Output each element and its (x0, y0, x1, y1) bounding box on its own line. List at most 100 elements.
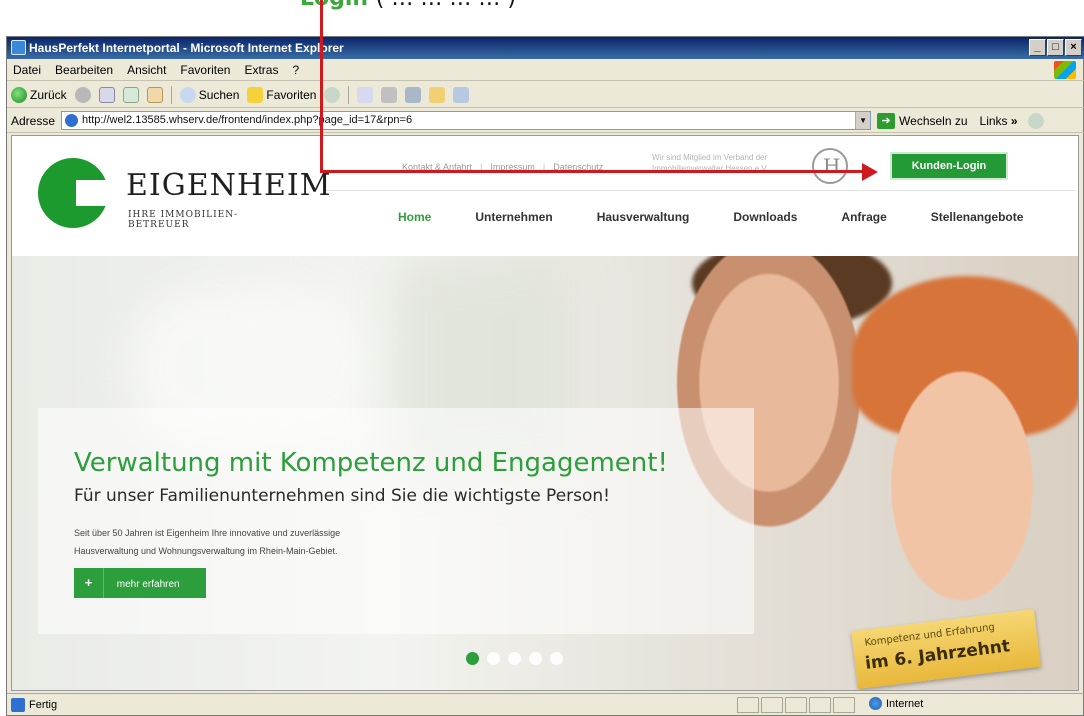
status-text: Fertig (29, 698, 58, 711)
windows-logo-icon (1054, 61, 1076, 79)
status-panel (761, 697, 783, 713)
history-icon[interactable] (324, 86, 341, 103)
refresh-icon[interactable] (122, 86, 139, 103)
slide-dot-5[interactable] (550, 652, 563, 665)
menu-bearbeiten[interactable]: Bearbeiten (55, 63, 113, 77)
status-panel (809, 697, 831, 713)
nav-unternehmen[interactable]: Unternehmen (475, 210, 552, 224)
slider-pagination (466, 652, 563, 665)
association-logo-icon (812, 148, 848, 184)
minimize-button[interactable]: _ (1029, 39, 1046, 56)
standard-toolbar: Zurück Suchen Favoriten (7, 82, 1084, 108)
status-panel (833, 697, 855, 713)
hero-title: Verwaltung mit Kompetenz und Engagement! (74, 448, 668, 478)
hero-description: Seit über 50 Jahren ist Eigenheim Ihre i… (74, 524, 494, 560)
status-panel (785, 697, 807, 713)
menu-ansicht[interactable]: Ansicht (127, 63, 166, 77)
folder-icon[interactable] (429, 86, 446, 103)
window-controls: _ □ × (1029, 39, 1082, 56)
security-zone[interactable]: Internet (869, 697, 923, 710)
nav-stellenangebote[interactable]: Stellenangebote (931, 210, 1024, 224)
annotation-arrow-line (320, 0, 323, 172)
hero-slider: Verwaltung mit Kompetenz und Engagement!… (12, 256, 1078, 690)
back-label: Zurück (30, 87, 67, 102)
mehr-erfahren-button[interactable]: + mehr erfahren (74, 568, 206, 598)
main-nav: Home Unternehmen Hausverwaltung Download… (398, 210, 1067, 224)
address-bar: Adresse http://wel2.13585.whserv.de/fron… (7, 109, 1084, 133)
status-panel (737, 697, 759, 713)
favorites-label: Favoriten (266, 87, 317, 102)
zone-label: Internet (886, 697, 924, 710)
toolbar-separator (348, 85, 350, 104)
header-divider (326, 190, 1076, 191)
annotation-arrow-line (320, 170, 864, 173)
page-icon (65, 114, 79, 127)
status-bar: Fertig Internet (7, 693, 1084, 715)
annotation-arrowhead-icon (862, 163, 878, 181)
links-chevron-icon: » (1010, 113, 1018, 128)
links-label: Links (979, 113, 1008, 128)
menu-datei[interactable]: Datei (13, 63, 41, 77)
logo-mark-icon (38, 158, 116, 228)
nav-downloads[interactable]: Downloads (733, 210, 797, 224)
menu-help[interactable]: ? (292, 63, 299, 77)
edit-icon[interactable] (405, 86, 422, 103)
stop-icon[interactable] (98, 86, 115, 103)
slide-dot-1[interactable] (466, 652, 479, 665)
maximize-button[interactable]: □ (1047, 39, 1064, 56)
address-input[interactable]: http://wel2.13585.whserv.de/frontend/ind… (61, 111, 872, 130)
star-icon (247, 86, 264, 103)
window-title: HausPerfekt Internetportal - Microsoft I… (29, 41, 344, 55)
nav-hausverwaltung[interactable]: Hausverwaltung (597, 210, 690, 224)
annotation-caption-login: Login (300, 0, 368, 11)
title-bar: HausPerfekt Internetportal - Microsoft I… (7, 37, 1084, 59)
ie-window: HausPerfekt Internetportal - Microsoft I… (6, 36, 1084, 716)
slide-dot-3[interactable] (508, 652, 521, 665)
mail-icon[interactable] (357, 86, 374, 103)
close-button[interactable]: × (1065, 39, 1082, 56)
nav-home[interactable]: Home (398, 210, 431, 224)
go-arrow-icon: ➔ (877, 112, 896, 129)
eigenheim-logo[interactable]: EIGENHEIM IHRE IMMOBILIEN-BETREUER (38, 158, 331, 234)
hero-subtitle: Für unser Familienunternehmen sind Sie d… (74, 486, 610, 506)
home-icon[interactable] (146, 86, 163, 103)
go-button[interactable]: ➔ Wechseln zu (877, 112, 968, 129)
slide-dot-2[interactable] (487, 652, 500, 665)
address-dropdown-icon[interactable]: ▼ (855, 112, 871, 129)
plus-icon: + (74, 568, 104, 598)
address-url: http://wel2.13585.whserv.de/frontend/ind… (82, 114, 413, 126)
hero-text-line: Hausverwaltung und Wohnungsverwaltung im… (74, 546, 338, 556)
forward-button-icon[interactable] (74, 86, 91, 103)
messenger-icon[interactable] (453, 86, 470, 103)
annotation-caption: Login ( … … … … ) (300, 0, 660, 16)
mehr-erfahren-label: mehr erfahren (116, 579, 180, 590)
slide-dot-4[interactable] (529, 652, 542, 665)
hero-text-panel (38, 408, 754, 634)
status-panels (737, 697, 855, 713)
logo-wordmark: EIGENHEIM (126, 168, 332, 203)
print-icon[interactable] (381, 86, 398, 103)
go-label: Wechseln zu (899, 113, 968, 128)
hero-text-line: Seit über 50 Jahren ist Eigenheim Ihre i… (74, 528, 341, 538)
back-arrow-icon (11, 86, 27, 103)
extension-icon[interactable] (1027, 112, 1044, 129)
kunden-login-button[interactable]: Kunden-Login (890, 152, 1008, 180)
page-status-icon (11, 697, 25, 712)
toolbar-separator (170, 85, 172, 104)
search-button[interactable]: Suchen (179, 86, 240, 103)
search-label: Suchen (198, 87, 240, 102)
address-label: Adresse (11, 113, 56, 128)
globe-icon (869, 697, 882, 710)
links-button[interactable]: Links » (980, 114, 1018, 128)
web-page: EIGENHEIM IHRE IMMOBILIEN-BETREUER Konta… (11, 135, 1079, 691)
search-icon (179, 86, 196, 103)
annotation-caption-rest: ( … … … … ) (376, 0, 516, 11)
menu-extras[interactable]: Extras (244, 63, 278, 77)
favorites-button[interactable]: Favoriten (247, 86, 317, 103)
nav-anfrage[interactable]: Anfrage (841, 210, 886, 224)
ie-app-icon (11, 40, 26, 55)
logo-tagline: IHRE IMMOBILIEN-BETREUER (128, 210, 239, 230)
back-button[interactable]: Zurück (11, 86, 67, 103)
menu-favoriten[interactable]: Favoriten (180, 63, 230, 77)
menu-bar: Datei Bearbeiten Ansicht Favoriten Extra… (7, 59, 1084, 81)
